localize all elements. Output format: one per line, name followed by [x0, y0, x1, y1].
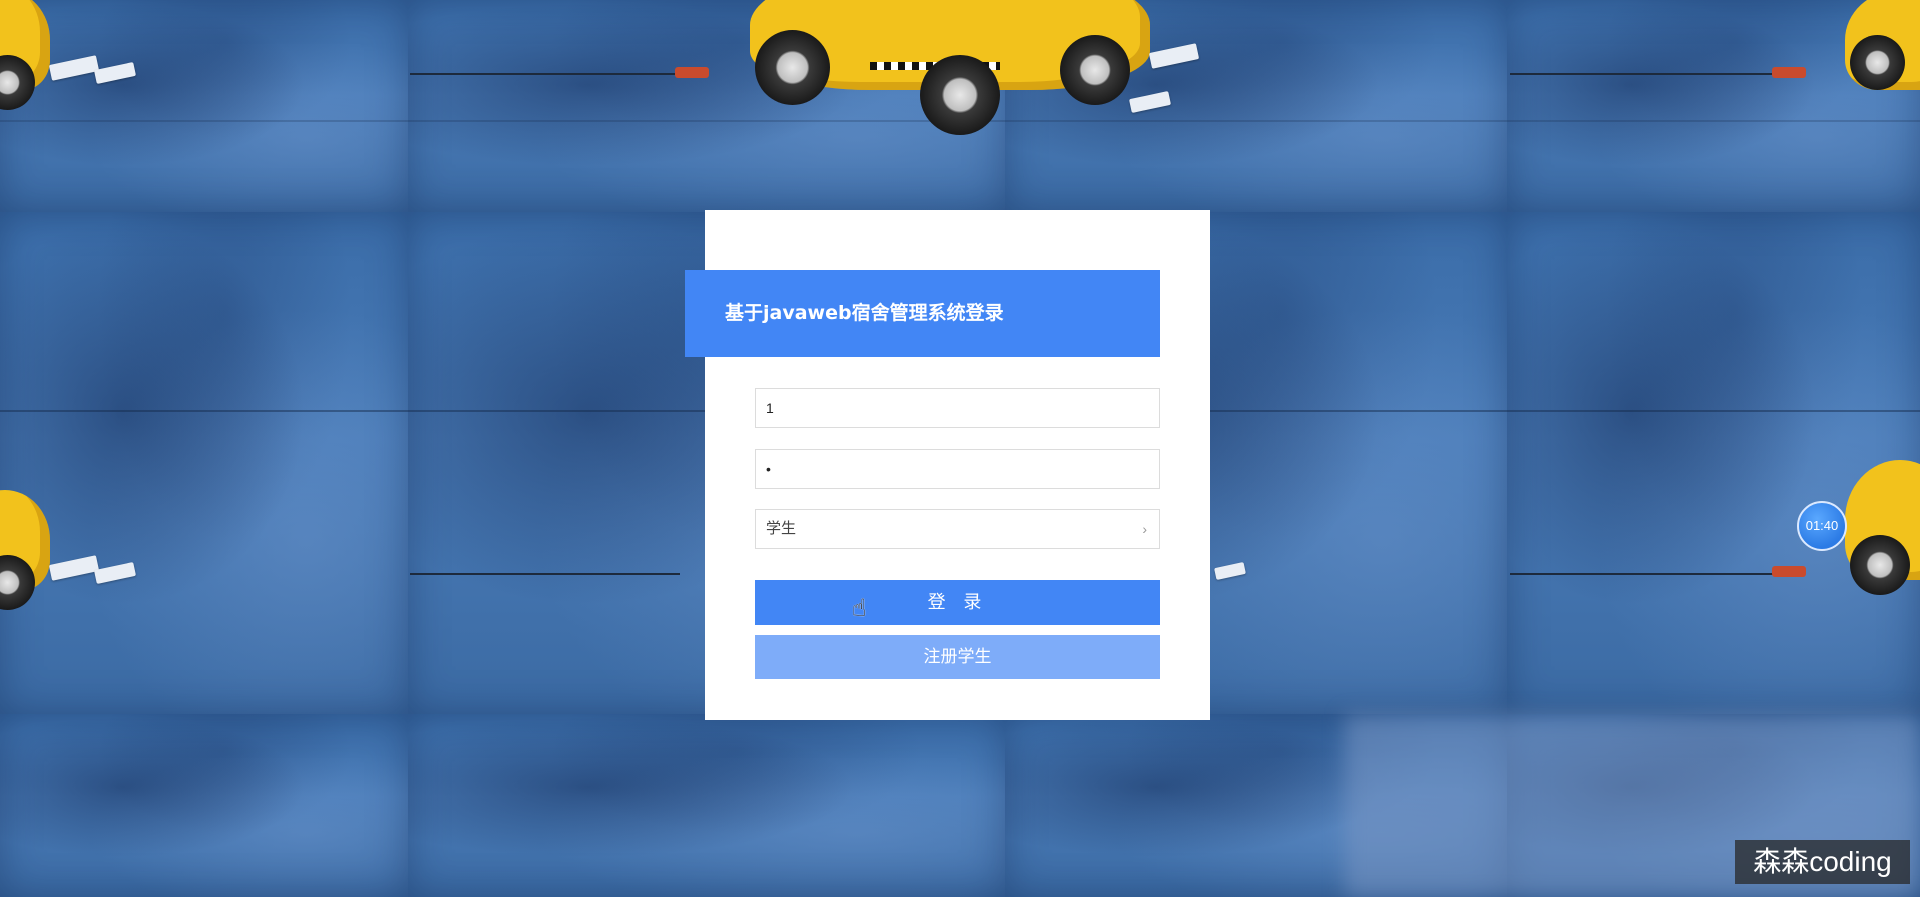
power-cord — [1510, 573, 1780, 575]
role-select-value: 学生 — [766, 520, 797, 537]
power-plug — [1772, 566, 1806, 577]
register-student-button[interactable]: 注册学生 — [755, 635, 1160, 679]
password-input[interactable] — [755, 449, 1160, 489]
car-wheel — [1060, 35, 1130, 105]
role-select[interactable]: 学生 › — [755, 509, 1160, 549]
wallpaper-tile — [1507, 212, 1920, 714]
hand-pointer-cursor-icon: ☝ — [852, 594, 867, 622]
chevron-right-icon: › — [1142, 521, 1147, 537]
login-button[interactable]: 登 录 — [755, 580, 1160, 625]
power-cord — [410, 73, 680, 75]
power-plug — [675, 67, 709, 78]
wallpaper-tile — [0, 0, 408, 212]
power-cord — [410, 573, 680, 575]
username-input[interactable] — [755, 388, 1160, 428]
wallpaper-tile — [0, 714, 408, 897]
watermark-label: 森森coding — [1735, 840, 1910, 884]
power-plug — [1772, 67, 1806, 78]
car-wheel — [1850, 535, 1910, 595]
car-wheel — [755, 30, 830, 105]
car-wheel — [920, 55, 1000, 135]
recording-timer-badge: 01:40 — [1797, 501, 1847, 551]
wallpaper-tile — [0, 212, 408, 714]
login-title: 基于javaweb宿舍管理系统登录 — [685, 270, 1160, 357]
car-wheel — [1850, 35, 1905, 90]
power-cord — [1510, 73, 1780, 75]
wallpaper-tile — [408, 714, 1005, 897]
